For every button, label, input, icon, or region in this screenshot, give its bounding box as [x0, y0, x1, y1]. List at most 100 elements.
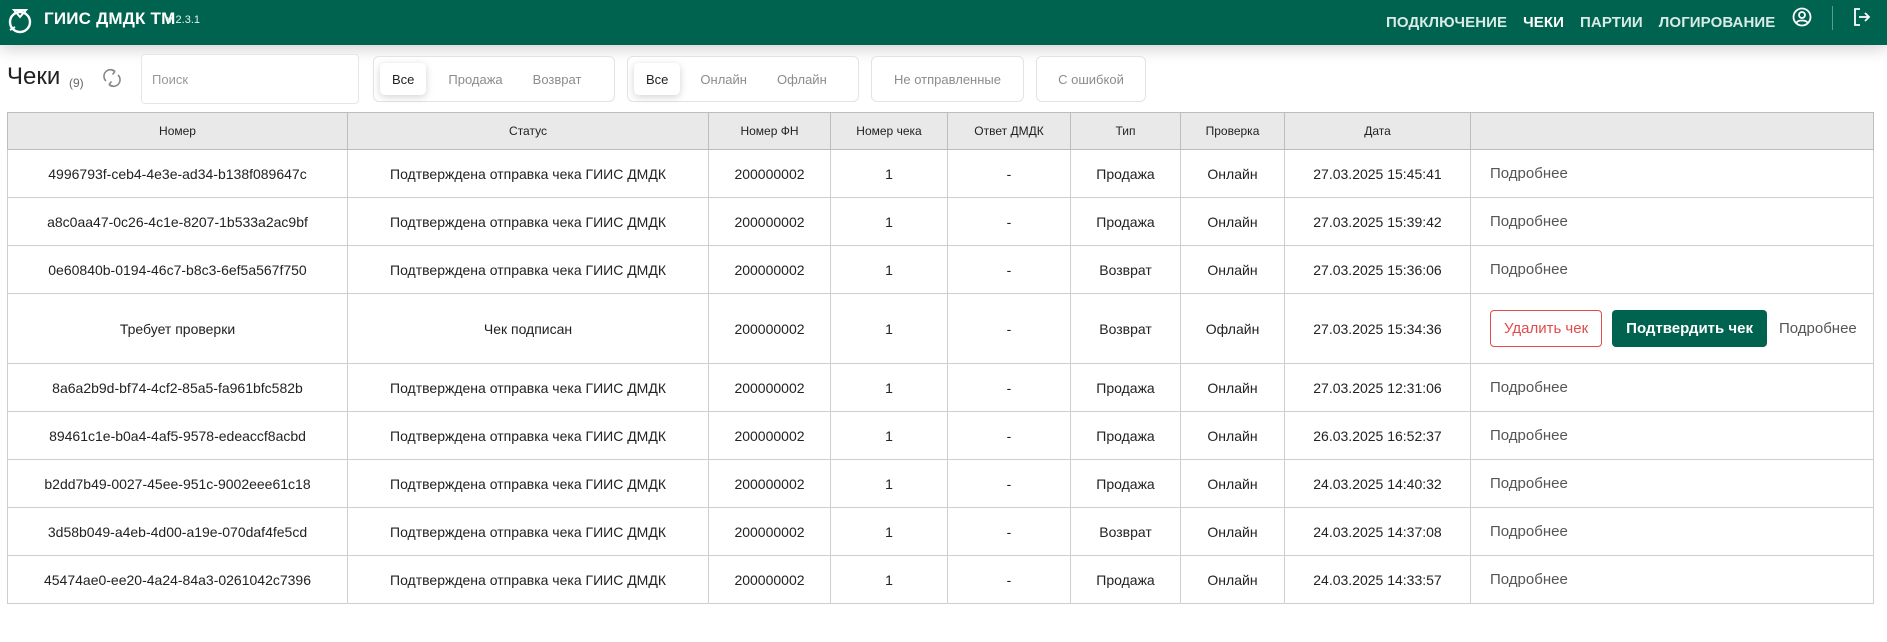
details-link[interactable]: Подробнее [1490, 165, 1568, 182]
cell-status: Подтверждена отправка чека ГИИС ДМДК [347, 363, 709, 412]
mode-filter-online[interactable]: Онлайн [688, 63, 759, 95]
cell-date: 26.03.2025 16:52:37 [1284, 411, 1471, 460]
table-row[interactable]: 89461c1e-b0a4-4af5-9578-edeaccf8acbd Под… [7, 411, 1874, 460]
table-row[interactable]: 8a6a2b9d-bf74-4cf2-85a5-fa961bfc582b Под… [7, 363, 1874, 412]
cell-date: 27.03.2025 15:39:42 [1284, 197, 1471, 246]
details-link[interactable]: Подробнее [1490, 261, 1568, 278]
mode-filter-offline[interactable]: Офлайн [765, 63, 839, 95]
nav-receipts[interactable]: ЧЕКИ [1523, 14, 1564, 31]
delete-receipt-button[interactable]: Удалить чек [1490, 310, 1603, 347]
confirm-receipt-button[interactable]: Подтвердить чек [1612, 310, 1767, 347]
cell-type: Возврат [1070, 245, 1181, 294]
cell-actions: Подробнее [1470, 149, 1874, 198]
cell-receipt-num: 1 [830, 293, 948, 364]
cell-date: 27.03.2025 12:31:06 [1284, 363, 1471, 412]
cell-status: Подтверждена отправка чека ГИИС ДМДК [347, 149, 709, 198]
cell-response: - [947, 197, 1071, 246]
cell-response: - [947, 459, 1071, 508]
nav-connection[interactable]: ПОДКЛЮЧЕНИЕ [1386, 14, 1507, 31]
table-row[interactable]: 3d58b049-a4eb-4d00-a19e-070daf4fe5cd Под… [7, 507, 1874, 556]
table-row[interactable]: 0e60840b-0194-46c7-b8c3-6ef5a567f750 Под… [7, 245, 1874, 294]
cell-fn: 200000002 [708, 197, 831, 246]
cell-receipt-num: 1 [830, 459, 948, 508]
cell-check: Онлайн [1180, 149, 1285, 198]
type-filter-all[interactable]: Все [380, 63, 427, 95]
cell-actions: Подробнее [1470, 459, 1874, 508]
cell-date: 27.03.2025 15:34:36 [1284, 293, 1471, 364]
cell-status: Подтверждена отправка чека ГИИС ДМДК [347, 411, 709, 460]
details-link[interactable]: Подробнее [1490, 523, 1568, 540]
col-actions [1470, 112, 1874, 150]
cell-number: 8a6a2b9d-bf74-4cf2-85a5-fa961bfc582b [7, 363, 348, 412]
cell-date: 27.03.2025 15:36:06 [1284, 245, 1471, 294]
page-title: Чеки [7, 63, 61, 90]
cell-actions: Подробнее [1470, 411, 1874, 460]
mode-filter-all[interactable]: Все [634, 63, 681, 95]
col-status[interactable]: Статус [347, 112, 709, 150]
table-row[interactable]: 4996793f-ceb4-4e3e-ad34-b138f089647c Под… [7, 149, 1874, 198]
details-link[interactable]: Подробнее [1490, 379, 1568, 396]
cell-response: - [947, 245, 1071, 294]
col-dmdk-response[interactable]: Ответ ДМДК [947, 112, 1071, 150]
col-receipt-number[interactable]: Номер чека [830, 112, 948, 150]
cell-check: Онлайн [1180, 197, 1285, 246]
unsent-filter-button[interactable]: Не отправленные [871, 56, 1024, 102]
header-divider [1832, 6, 1833, 30]
logout-icon[interactable] [1852, 7, 1872, 27]
cell-response: - [947, 507, 1071, 556]
cell-fn: 200000002 [708, 411, 831, 460]
cell-check: Онлайн [1180, 245, 1285, 294]
nav-batches[interactable]: ПАРТИИ [1580, 14, 1643, 31]
col-check[interactable]: Проверка [1180, 112, 1285, 150]
cell-check: Офлайн [1180, 293, 1285, 364]
cell-receipt-num: 1 [830, 411, 948, 460]
col-number[interactable]: Номер [7, 112, 348, 150]
cell-receipt-num: 1 [830, 245, 948, 294]
details-link[interactable]: Подробнее [1779, 320, 1857, 337]
details-link[interactable]: Подробнее [1490, 571, 1568, 588]
cell-fn: 200000002 [708, 459, 831, 508]
cell-fn: 200000002 [708, 507, 831, 556]
cell-receipt-num: 1 [830, 197, 948, 246]
cell-number: Требует проверки [7, 293, 348, 364]
cell-check: Онлайн [1180, 411, 1285, 460]
user-circle-icon[interactable] [1792, 7, 1812, 27]
details-link[interactable]: Подробнее [1490, 475, 1568, 492]
type-filter: Все Продажа Возврат [373, 56, 615, 102]
details-link[interactable]: Подробнее [1490, 213, 1568, 230]
col-type[interactable]: Тип [1070, 112, 1181, 150]
cell-number: a8c0aa47-0c26-4c1e-8207-1b533a2ac9bf [7, 197, 348, 246]
cell-number: 3d58b049-a4eb-4d00-a19e-070daf4fe5cd [7, 507, 348, 556]
cell-status: Подтверждена отправка чека ГИИС ДМДК [347, 459, 709, 508]
col-fn-number[interactable]: Номер ФН [708, 112, 831, 150]
cell-number: 0e60840b-0194-46c7-b8c3-6ef5a567f750 [7, 245, 348, 294]
cell-check: Онлайн [1180, 507, 1285, 556]
col-date[interactable]: Дата [1284, 112, 1471, 150]
cell-date: 24.03.2025 14:37:08 [1284, 507, 1471, 556]
cell-response: - [947, 411, 1071, 460]
table-row[interactable]: 45474ae0-ee20-4a24-84a3-0261042c7396 Под… [7, 555, 1874, 604]
details-link[interactable]: Подробнее [1490, 427, 1568, 444]
cell-type: Продажа [1070, 459, 1181, 508]
error-filter-button[interactable]: С ошибкой [1036, 56, 1146, 102]
ring-logo-icon[interactable] [7, 5, 33, 35]
cell-type: Продажа [1070, 411, 1181, 460]
cell-status: Чек подписан [347, 293, 709, 364]
cell-receipt-num: 1 [830, 555, 948, 604]
cell-response: - [947, 363, 1071, 412]
nav-logging[interactable]: ЛОГИРОВАНИЕ [1659, 14, 1776, 31]
table-row[interactable]: a8c0aa47-0c26-4c1e-8207-1b533a2ac9bf Под… [7, 197, 1874, 246]
cell-check: Онлайн [1180, 555, 1285, 604]
refresh-icon[interactable] [102, 68, 122, 88]
type-filter-sale[interactable]: Продажа [436, 63, 514, 95]
cell-actions: Подробнее [1470, 197, 1874, 246]
cell-fn: 200000002 [708, 363, 831, 412]
cell-date: 24.03.2025 14:33:57 [1284, 555, 1471, 604]
table-row[interactable]: b2dd7b49-0027-45ee-951c-9002eee61c18 Под… [7, 459, 1874, 508]
cell-number: 4996793f-ceb4-4e3e-ad34-b138f089647c [7, 149, 348, 198]
search-input[interactable] [141, 54, 359, 104]
type-filter-return[interactable]: Возврат [521, 63, 594, 95]
table-row[interactable]: Требует проверки Чек подписан 200000002 … [7, 293, 1874, 364]
cell-actions: Удалить чек Подтвердить чек Подробнее [1470, 293, 1874, 364]
table-header-row: Номер Статус Номер ФН Номер чека Ответ Д… [7, 112, 1874, 150]
